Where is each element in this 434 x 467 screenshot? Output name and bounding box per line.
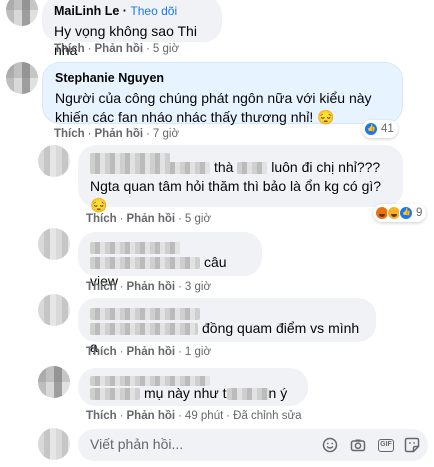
comment-bubble: câu view <box>78 232 262 289</box>
like-link[interactable]: Thích <box>54 43 85 55</box>
like-icon <box>399 206 413 220</box>
comment-actions: Thích · Phản hồi · 5 giờ <box>86 213 212 225</box>
reaction-summary[interactable]: 41 <box>362 120 398 138</box>
edited-label: Đã chỉnh sửa <box>233 410 302 422</box>
reply-composer: GIF <box>78 429 428 461</box>
reply-link[interactable]: Phản hồi <box>95 128 144 140</box>
reply-link[interactable]: Phản hồi <box>127 213 176 225</box>
like-link[interactable]: Thích <box>54 128 85 140</box>
comment-bubble: đồng quam điểm vs mình ạ <box>78 298 376 355</box>
comment-actions: Thích · Phản hồi · 7 giờ <box>54 128 180 140</box>
sticker-icon[interactable] <box>404 437 420 453</box>
redacted-text <box>90 388 140 401</box>
like-icon <box>364 122 378 136</box>
avatar[interactable] <box>6 0 38 26</box>
avatar[interactable] <box>38 294 70 326</box>
comment-time[interactable]: 1 giờ <box>185 346 211 358</box>
avatar[interactable] <box>6 62 38 94</box>
comment-author[interactable]: Stephanie Nguyen <box>55 70 390 86</box>
comment-actions: Thích · Phản hồi · 3 giờ <box>86 281 212 293</box>
avatar[interactable] <box>38 228 70 260</box>
redacted-text <box>226 388 269 401</box>
reply-input[interactable] <box>90 436 280 452</box>
comment-actions: Thích · Phản hồi · 5 giờ <box>54 43 180 55</box>
gif-icon[interactable]: GIF <box>378 439 394 452</box>
comment-actions: Thích · Phản hồi · 1 giờ <box>86 346 212 358</box>
like-link[interactable]: Thích <box>86 281 117 293</box>
reaction-count: 9 <box>416 207 423 219</box>
avatar[interactable] <box>38 145 70 177</box>
comment-text: thà luôn đi chị nhỉ??? Ngta quan tâm hỏi… <box>90 159 382 213</box>
redacted-author <box>90 152 170 165</box>
comment-text: Người của công chúng phát ngôn nữa với k… <box>55 90 372 125</box>
like-link[interactable]: Thích <box>86 213 117 225</box>
avatar <box>38 428 70 460</box>
reaction-count: 41 <box>381 123 394 135</box>
reply-link[interactable]: Phản hồi <box>95 43 144 55</box>
comment-time[interactable]: 7 giờ <box>153 128 179 140</box>
redacted-text <box>90 257 200 270</box>
comment-time[interactable]: 5 giờ <box>153 43 179 55</box>
comment-bubble: thà luôn đi chị nhỉ??? Ngta quan tâm hỏi… <box>78 145 403 213</box>
comment-time[interactable]: 5 giờ <box>185 213 211 225</box>
comment-time[interactable]: 3 giờ <box>185 281 211 293</box>
redacted-text <box>237 162 268 175</box>
comment-actions: Thích · Phản hồi · 49 phút · Đã chỉnh sửa <box>86 410 302 422</box>
comment-text: mụ này như tn ý <box>90 384 296 403</box>
emoji-icon[interactable] <box>322 437 338 453</box>
comment-author[interactable]: MaiLinh Le <box>54 4 119 18</box>
comment-bubble: MaiLinh Le · Theo dõi Hy vọng không sao … <box>42 0 222 58</box>
camera-icon[interactable] <box>350 437 366 453</box>
follow-link[interactable]: Theo dõi <box>130 4 177 18</box>
like-link[interactable]: Thích <box>86 346 117 358</box>
avatar[interactable] <box>38 366 70 398</box>
redacted-author <box>90 241 180 254</box>
comment-bubble: Stephanie Nguyen Người của công chúng ph… <box>42 62 403 125</box>
redacted-text <box>90 323 198 336</box>
reaction-summary[interactable]: 9 <box>373 204 427 222</box>
reply-link[interactable]: Phản hồi <box>127 410 176 422</box>
comment-time[interactable]: 49 phút <box>185 410 223 422</box>
like-link[interactable]: Thích <box>86 410 117 422</box>
reply-link[interactable]: Phản hồi <box>127 281 176 293</box>
reply-link[interactable]: Phản hồi <box>127 346 176 358</box>
comment-bubble: mụ này như tn ý <box>78 368 308 406</box>
redacted-author <box>90 307 200 320</box>
